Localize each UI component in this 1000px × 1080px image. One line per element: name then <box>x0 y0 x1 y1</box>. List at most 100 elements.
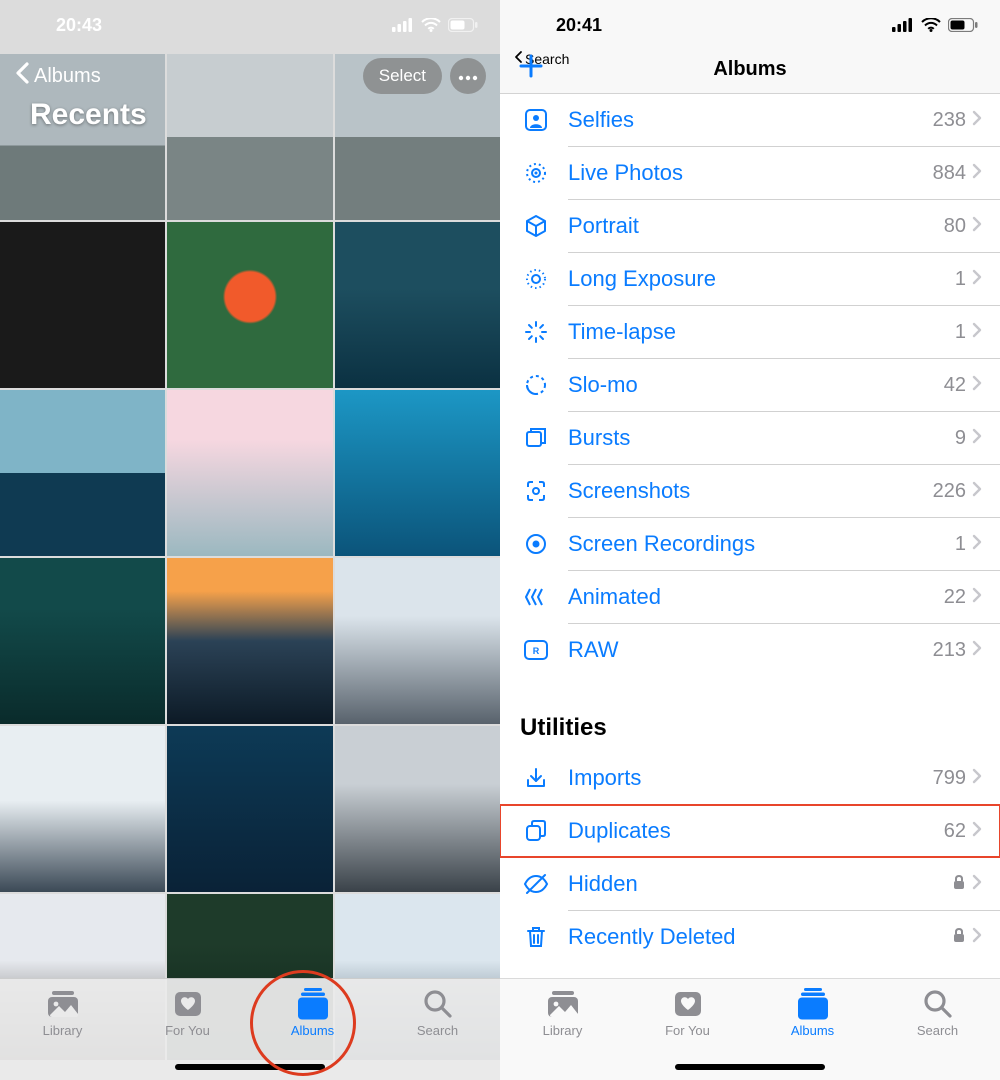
album-label: Selfies <box>568 107 634 133</box>
tab-library[interactable]: Library <box>508 989 618 1038</box>
photo-thumbnail[interactable] <box>167 222 332 388</box>
album-row-time-lapse[interactable]: Time-lapse1 <box>500 306 1000 358</box>
tab-bar: Library For You Albums Search <box>500 978 1000 1080</box>
album-row-bursts[interactable]: Bursts9 <box>500 412 1000 464</box>
screenshot-left: 20:43 Albums Select <box>0 0 500 1080</box>
home-indicator[interactable] <box>675 1064 825 1070</box>
tab-foryou[interactable]: For You <box>133 989 243 1038</box>
photo-thumbnail[interactable] <box>0 222 165 388</box>
chevron-right-icon <box>972 163 982 184</box>
album-count: 1 <box>955 533 966 556</box>
album-row-recently-deleted[interactable]: Recently Deleted <box>500 911 1000 963</box>
back-label: Albums <box>34 65 101 88</box>
battery-icon <box>948 18 978 32</box>
photo-thumbnail[interactable] <box>167 390 332 556</box>
album-label: Screenshots <box>568 478 690 504</box>
chevron-right-icon <box>972 640 982 661</box>
photo-thumbnail[interactable] <box>167 558 332 724</box>
select-button[interactable]: Select <box>363 58 442 94</box>
screenshot-right: 20:41 Search <box>500 0 1000 1080</box>
chevron-right-icon <box>972 768 982 789</box>
more-button[interactable] <box>450 58 486 94</box>
screenshot-icon <box>520 479 552 503</box>
album-count: 884 <box>933 162 966 185</box>
photo-thumbnail[interactable] <box>335 558 500 724</box>
album-row-animated[interactable]: Animated22 <box>500 571 1000 623</box>
tab-library[interactable]: Library <box>8 989 118 1038</box>
status-bar: 20:41 <box>500 0 1000 50</box>
album-label: Duplicates <box>568 818 671 844</box>
nav-bar: Albums Select <box>0 58 500 94</box>
photo-thumbnail[interactable] <box>335 390 500 556</box>
photo-thumbnail[interactable] <box>335 726 500 892</box>
album-row-screenshots[interactable]: Screenshots 226 <box>500 465 1000 517</box>
duplicate-icon <box>520 819 552 843</box>
photo-grid[interactable] <box>0 0 500 1080</box>
chevron-right-icon <box>972 534 982 555</box>
long-exposure-icon <box>520 267 552 291</box>
album-label: Slo-mo <box>568 372 638 398</box>
album-row-selfies[interactable]: Selfies 238 <box>500 94 1000 146</box>
album-label: Live Photos <box>568 160 683 186</box>
album-count: 80 <box>944 215 966 238</box>
wifi-icon <box>421 18 441 32</box>
animated-icon <box>520 585 552 609</box>
album-count: 226 <box>933 480 966 503</box>
page-title: Albums <box>500 58 1000 81</box>
albums-icon <box>295 989 331 1019</box>
album-row-raw[interactable]: RRAW213 <box>500 624 1000 676</box>
photo-thumbnail[interactable] <box>0 390 165 556</box>
person-square-icon <box>520 108 552 132</box>
chevron-right-icon <box>972 375 982 396</box>
section-header-utilities: Utilities <box>500 676 1000 752</box>
album-label: Hidden <box>568 871 638 897</box>
timelapse-icon <box>520 320 552 344</box>
tab-label: For You <box>665 1023 710 1038</box>
album-row-slo-mo[interactable]: Slo-mo42 <box>500 359 1000 411</box>
album-label: Time-lapse <box>568 319 676 345</box>
ellipsis-icon <box>458 66 478 86</box>
foryou-icon <box>170 989 206 1019</box>
album-row-imports[interactable]: Imports799 <box>500 752 1000 804</box>
cellular-icon <box>392 18 414 32</box>
bursts-icon <box>520 426 552 450</box>
library-icon <box>545 989 581 1019</box>
album-label: Imports <box>568 765 641 791</box>
chevron-right-icon <box>972 874 982 895</box>
photo-thumbnail[interactable] <box>167 726 332 892</box>
album-count: 238 <box>933 109 966 132</box>
chevron-left-icon <box>14 61 30 91</box>
tab-search[interactable]: Search <box>383 989 493 1038</box>
album-row-screen-recordings[interactable]: Screen Recordings 1 <box>500 518 1000 570</box>
album-row-live-photos[interactable]: Live Photos 884 <box>500 147 1000 199</box>
chevron-right-icon <box>972 322 982 343</box>
chevron-right-icon <box>972 216 982 237</box>
album-label: Screen Recordings <box>568 531 755 557</box>
page-title: Recents <box>30 98 147 132</box>
album-row-long-exposure[interactable]: Long Exposure1 <box>500 253 1000 305</box>
album-row-duplicates[interactable]: Duplicates 62 <box>500 805 1000 857</box>
photo-thumbnail[interactable] <box>0 726 165 892</box>
lock-icon <box>952 874 966 895</box>
tab-label: Search <box>917 1023 958 1038</box>
tab-foryou[interactable]: For You <box>633 989 743 1038</box>
photo-thumbnail[interactable] <box>335 222 500 388</box>
albums-list[interactable]: Selfies 238 Live Photos 884 Portrait80Long E… <box>500 94 1000 1080</box>
record-icon <box>520 532 552 556</box>
back-button[interactable]: Albums <box>14 61 101 91</box>
chevron-right-icon <box>972 481 982 502</box>
albums-icon <box>795 989 831 1019</box>
tab-albums[interactable]: Albums <box>258 989 368 1038</box>
svg-text:R: R <box>533 646 540 656</box>
search-icon <box>420 989 456 1019</box>
photo-thumbnail[interactable] <box>0 558 165 724</box>
status-time: 20:41 <box>556 15 602 36</box>
home-indicator[interactable] <box>175 1064 325 1070</box>
battery-icon <box>448 18 478 32</box>
search-icon <box>920 989 956 1019</box>
album-row-portrait[interactable]: Portrait80 <box>500 200 1000 252</box>
tab-search[interactable]: Search <box>883 989 993 1038</box>
tab-albums[interactable]: Albums <box>758 989 868 1038</box>
album-row-hidden[interactable]: Hidden <box>500 858 1000 910</box>
album-count: 62 <box>944 820 966 843</box>
